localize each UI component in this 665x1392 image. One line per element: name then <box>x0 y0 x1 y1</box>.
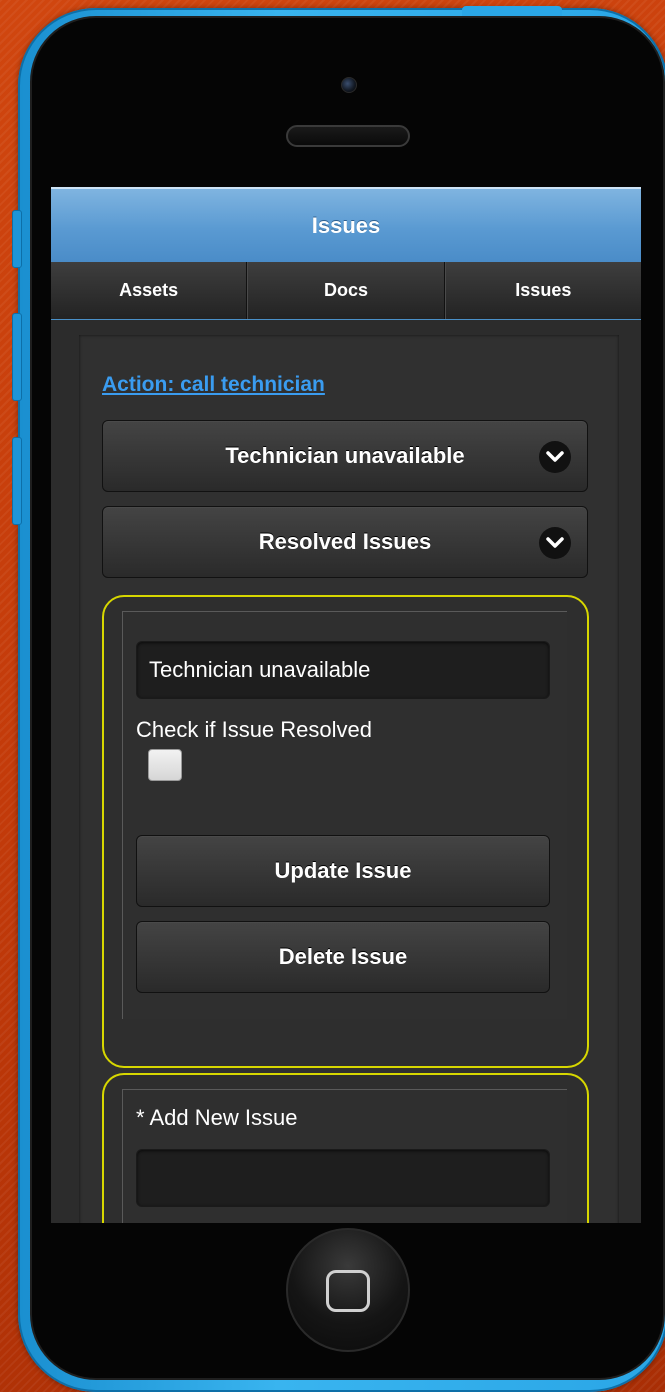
volume-up-button <box>12 313 22 401</box>
volume-down-button <box>12 437 22 525</box>
tab-bar: Assets Docs Issues <box>51 262 641 320</box>
chevron-down-icon <box>539 441 571 473</box>
issue-select-label: Technician unavailable <box>225 443 465 468</box>
tab-issues[interactable]: Issues <box>444 262 641 319</box>
home-square-icon <box>326 1270 370 1312</box>
speaker-grille <box>286 125 410 147</box>
page-title: Issues <box>311 213 381 238</box>
add-issue-label: * Add New Issue <box>136 1105 298 1130</box>
home-button[interactable] <box>286 1228 410 1352</box>
issue-select[interactable]: Technician unavailable <box>102 420 588 492</box>
add-issue-card: * Add New Issue <box>102 1073 589 1223</box>
app-screen: Issues Assets Docs Issues Action: call t… <box>51 187 641 1223</box>
resolved-issues-select[interactable]: Resolved Issues <box>102 506 588 578</box>
content-area: Action: call technician Technician unava… <box>51 320 641 1223</box>
tab-docs[interactable]: Docs <box>247 262 445 319</box>
issue-edit-card: Technician unavailable Check if Issue Re… <box>102 595 589 1068</box>
chevron-down-icon <box>539 527 571 559</box>
issue-text-field[interactable]: Technician unavailable <box>136 641 550 699</box>
power-button <box>462 6 562 16</box>
header-bar: Issues <box>51 187 641 262</box>
camera-icon <box>341 77 357 93</box>
resolved-checkbox-label: Check if Issue Resolved <box>136 717 372 742</box>
mute-switch <box>12 210 22 268</box>
new-issue-input[interactable] <box>136 1149 550 1207</box>
tab-assets[interactable]: Assets <box>51 262 248 319</box>
update-issue-button[interactable]: Update Issue <box>136 835 550 907</box>
resolved-issues-label: Resolved Issues <box>258 529 432 554</box>
resolved-checkbox[interactable] <box>148 749 182 781</box>
action-link[interactable]: Action: call technician <box>102 373 325 397</box>
delete-issue-button[interactable]: Delete Issue <box>136 921 550 993</box>
